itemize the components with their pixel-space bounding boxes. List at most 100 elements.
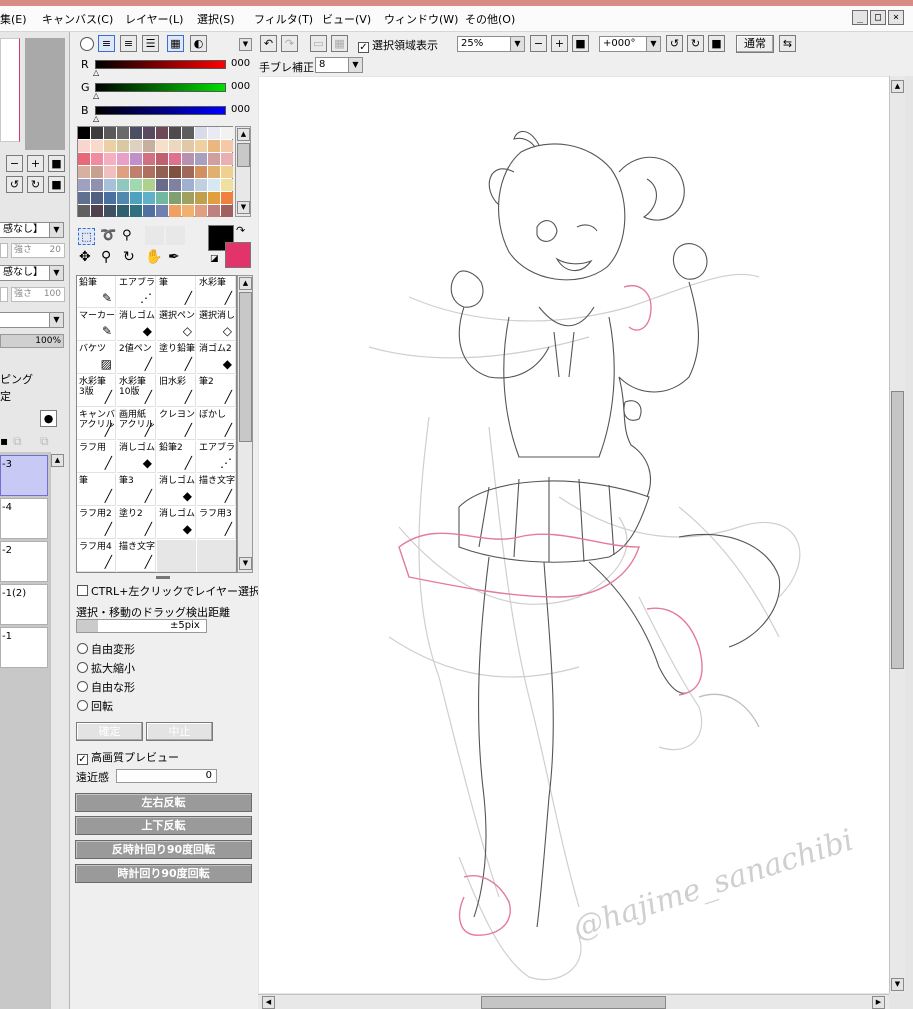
scroll-up-icon[interactable]: ▲ — [239, 277, 252, 290]
rotate-right-icon[interactable]: ↻ — [687, 35, 704, 52]
color-swatch[interactable] — [221, 153, 233, 165]
scroll-up-icon[interactable]: ▲ — [237, 128, 250, 141]
color-swatch[interactable] — [143, 140, 155, 152]
drawing-canvas[interactable]: @hajime_sanachibi — [259, 77, 889, 993]
magic-wand-icon[interactable]: ⚲ — [122, 228, 132, 243]
color-swatch[interactable] — [208, 127, 220, 139]
brush-slot[interactable]: 消ゴム2 ◆ — [197, 342, 236, 374]
color-swatch[interactable] — [156, 140, 168, 152]
color-swatch[interactable] — [169, 166, 181, 178]
color-swatch[interactable] — [78, 140, 90, 152]
select-rect-icon[interactable]: ⬚ — [78, 228, 95, 245]
color-swatch[interactable] — [130, 192, 142, 204]
brush-slot[interactable]: 2値ペン ╱ — [117, 342, 156, 374]
slider-handle-icon[interactable]: △ — [93, 115, 99, 123]
brush-scrollbar[interactable]: ▲ ▼ — [237, 275, 253, 573]
color-swatch[interactable] — [182, 140, 194, 152]
r-slider[interactable] — [95, 60, 226, 69]
drag-distance-slider[interactable]: ±5pix — [76, 619, 207, 633]
brush-slot[interactable]: ラフ用 ╱ — [77, 441, 116, 473]
color-swatch[interactable] — [130, 153, 142, 165]
selection-display-toggle[interactable]: ✓ 選択領域表示 — [358, 37, 438, 53]
color-swatch[interactable] — [117, 127, 129, 139]
b-slider[interactable] — [95, 106, 226, 115]
color-swatch[interactable] — [195, 179, 207, 191]
slider-handle-icon[interactable]: △ — [93, 69, 99, 77]
color-swatch[interactable] — [104, 153, 116, 165]
close-button[interactable]: × — [888, 10, 904, 25]
layer-item[interactable]: -1 — [0, 627, 48, 668]
swatch-grid[interactable] — [77, 126, 233, 217]
color-swatch[interactable] — [91, 179, 103, 191]
color-swatch[interactable] — [143, 179, 155, 191]
free-transform-option[interactable]: 自由変形 — [77, 641, 135, 657]
color-swatch[interactable] — [208, 205, 220, 217]
move-icon[interactable]: ✥ — [79, 249, 91, 265]
color-swatch[interactable] — [91, 166, 103, 178]
scroll-thumb[interactable] — [237, 143, 250, 167]
color-swatch[interactable] — [195, 166, 207, 178]
color-swatch[interactable] — [195, 192, 207, 204]
rotate-ccw-button[interactable]: 反時計回り90度回転 — [75, 840, 252, 859]
strength-field-1[interactable]: 強さ 20 — [11, 243, 65, 258]
menu-edit[interactable]: 集(E) — [0, 11, 27, 27]
navigator-thumbnail[interactable] — [0, 38, 20, 142]
scroll-up-icon[interactable]: ▲ — [891, 80, 904, 93]
color-swatch[interactable] — [78, 127, 90, 139]
brush-slot[interactable]: 筆2 ╱ — [197, 375, 236, 407]
brush-slot[interactable]: 筆3 ╱ — [117, 474, 156, 506]
color-swatch[interactable] — [143, 127, 155, 139]
flip-view-icon[interactable]: ⇆ — [779, 35, 796, 52]
opacity-slider[interactable]: 100% — [0, 334, 64, 348]
color-swatch[interactable] — [117, 192, 129, 204]
brush-slot[interactable]: 水彩筆 3版 ╱ — [77, 375, 116, 407]
brush-slot[interactable]: キャンバス アクリル╱ — [77, 408, 116, 440]
brush-slot[interactable]: 消しゴム ◆ — [157, 507, 196, 539]
color-swatch[interactable] — [91, 192, 103, 204]
brush-slot[interactable]: 鉛筆 ✎ — [77, 276, 116, 308]
scroll-up-icon[interactable]: ▲ — [51, 454, 64, 467]
rotate-right-icon[interactable]: ↻ — [27, 176, 44, 193]
color-swatch[interactable] — [130, 179, 142, 191]
color-swatch[interactable] — [221, 192, 233, 204]
zoom-select[interactable]: 25% ▼ — [457, 36, 525, 52]
color-swatch[interactable] — [195, 153, 207, 165]
color-swatch[interactable] — [117, 153, 129, 165]
brush-slot[interactable]: エアブラシ ⋰ — [197, 441, 236, 473]
color-swatch[interactable] — [104, 127, 116, 139]
secondary-color-swatch[interactable] — [225, 242, 251, 268]
strength-checkbox-2[interactable] — [0, 287, 8, 302]
color-swatch[interactable] — [182, 166, 194, 178]
scroll-right-icon[interactable]: ▶ — [872, 996, 885, 1009]
color-swatch[interactable] — [91, 140, 103, 152]
color-swatch[interactable] — [143, 166, 155, 178]
color-swatch[interactable] — [117, 205, 129, 217]
zoom-in-icon[interactable]: + — [551, 35, 568, 52]
color-swatch[interactable] — [195, 205, 207, 217]
copy-layer-icon[interactable]: ⧉ — [13, 434, 22, 449]
color-swatch[interactable] — [195, 140, 207, 152]
color-swatch[interactable] — [156, 192, 168, 204]
color-swatch[interactable] — [130, 205, 142, 217]
color-swatch[interactable] — [143, 153, 155, 165]
blend-select-1[interactable]: 感なし】 ▼ — [0, 222, 64, 238]
reset-colors-icon[interactable]: ◪ — [210, 254, 219, 264]
menu-filter[interactable]: フィルタ(T) — [254, 11, 313, 27]
brush-slot[interactable]: クレヨン ╱ — [157, 408, 196, 440]
layer-item-active[interactable]: -3 — [0, 455, 48, 496]
zoom-in-icon[interactable]: + — [27, 155, 44, 172]
brush-slot[interactable]: 選択消し ◇ — [197, 309, 236, 341]
cancel-button[interactable]: 中止 — [146, 722, 213, 741]
navigator-scroll[interactable] — [25, 38, 65, 150]
brush-slot[interactable]: 消しゴム ◆ — [157, 474, 196, 506]
brush-slot[interactable]: 塗り2 ╱ — [117, 507, 156, 539]
perspective-slider[interactable]: 0 — [116, 769, 217, 783]
brush-slot[interactable] — [157, 540, 196, 572]
color-mix-icon[interactable]: ☰ — [142, 35, 159, 52]
hq-preview-toggle[interactable]: ✓ 高画質プレビュー — [77, 749, 179, 765]
layer-mask-icon[interactable]: ● — [40, 410, 57, 427]
color-swatch[interactable] — [91, 127, 103, 139]
zoom-out-icon[interactable]: − — [530, 35, 547, 52]
color-swatch[interactable] — [182, 127, 194, 139]
brush-slot[interactable]: ラフ用3 ╱ — [197, 507, 236, 539]
